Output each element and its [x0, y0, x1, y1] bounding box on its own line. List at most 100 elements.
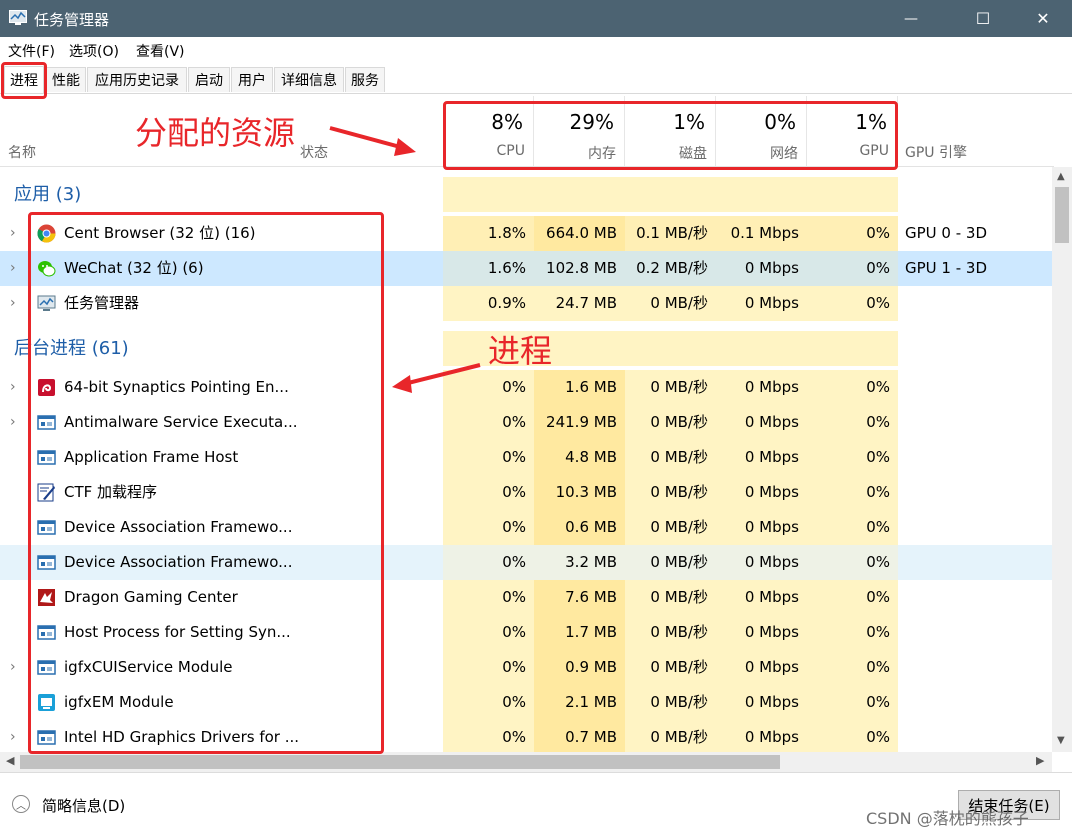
- cell-gpu: 0%: [866, 259, 890, 277]
- annotation-box-processes: [28, 212, 384, 754]
- cell-disk: 0 MB/秒: [650, 728, 708, 746]
- cell-net: 0 Mbps: [744, 728, 799, 746]
- cell-net: 0 Mbps: [744, 518, 799, 536]
- cell-cpu: 0%: [502, 693, 526, 711]
- cell-disk: 0 MB/秒: [650, 658, 708, 676]
- cell-cpu: 0%: [502, 518, 526, 536]
- title-bar: 任务管理器 — ☐ ✕: [0, 0, 1072, 37]
- fewer-details-link[interactable]: 简略信息(D): [42, 795, 125, 816]
- cell-net: 0 Mbps: [744, 693, 799, 711]
- close-button[interactable]: ✕: [1020, 0, 1066, 37]
- cell-mem: 664.0 MB: [546, 224, 617, 242]
- expand-chevron-icon[interactable]: ›: [10, 650, 16, 685]
- menu-options[interactable]: 选项(O): [69, 41, 119, 61]
- tab-details[interactable]: 详细信息: [274, 67, 344, 92]
- tab-startup[interactable]: 启动: [188, 67, 230, 92]
- cell-disk: 0 MB/秒: [650, 553, 708, 571]
- chevron-up-icon[interactable]: ︿: [12, 795, 30, 813]
- cell-gpu: 0%: [866, 378, 890, 396]
- heat-cell-cpu: [443, 177, 534, 212]
- group-title: 应用 (3): [14, 184, 82, 205]
- tab-users[interactable]: 用户: [231, 67, 273, 92]
- heat-cell-net: [716, 177, 807, 212]
- cell-cpu: 0%: [502, 623, 526, 641]
- cell-disk: 0 MB/秒: [650, 588, 708, 606]
- cell-cpu: 0%: [502, 413, 526, 431]
- expand-chevron-icon[interactable]: ›: [10, 720, 16, 752]
- column-name[interactable]: 名称: [8, 142, 36, 162]
- cell-cpu: 0.9%: [487, 294, 526, 312]
- cell-disk: 0 MB/秒: [650, 623, 708, 641]
- cell-disk: 0 MB/秒: [650, 413, 708, 431]
- cell-disk: 0 MB/秒: [650, 448, 708, 466]
- expand-chevron-icon[interactable]: ›: [10, 405, 16, 440]
- expand-chevron-icon[interactable]: ›: [10, 370, 16, 405]
- cell-cpu: 0%: [502, 658, 526, 676]
- cell-disk: 0 MB/秒: [650, 693, 708, 711]
- footer: ︿ 简略信息(D) 结束任务(E) CSDN @落枕的熊孩子: [0, 772, 1072, 835]
- cell-net: 0 Mbps: [744, 623, 799, 641]
- cell-gpu: 0%: [866, 658, 890, 676]
- horizontal-scrollbar[interactable]: ◀ ▶: [0, 752, 1052, 772]
- cell-cpu: 0%: [502, 483, 526, 501]
- tab-app-history[interactable]: 应用历史记录: [87, 67, 187, 92]
- annotation-box-resources: [443, 101, 898, 170]
- vertical-scroll-thumb[interactable]: [1055, 187, 1069, 243]
- cell-gpu-engine: GPU 1 - 3D: [905, 259, 988, 277]
- cell-mem: 241.9 MB: [546, 413, 617, 431]
- menu-file[interactable]: 文件(F): [8, 41, 55, 61]
- cell-net: 0 Mbps: [744, 588, 799, 606]
- cell-gpu: 0%: [866, 728, 890, 746]
- tab-performance[interactable]: 性能: [46, 67, 86, 92]
- cell-net: 0 Mbps: [744, 553, 799, 571]
- expand-chevron-icon[interactable]: ›: [10, 251, 16, 286]
- tab-services[interactable]: 服务: [345, 67, 385, 92]
- cell-disk: 0 MB/秒: [650, 378, 708, 396]
- heat-cell-disk: [625, 331, 716, 366]
- cell-gpu-engine: GPU 0 - 3D: [905, 224, 988, 242]
- cell-disk: 0 MB/秒: [650, 518, 708, 536]
- group-header-apps: 应用 (3): [0, 177, 1052, 212]
- cell-mem: 0.6 MB: [565, 518, 617, 536]
- vertical-scrollbar[interactable]: ▲ ▼: [1052, 167, 1072, 752]
- cell-mem: 2.1 MB: [565, 693, 617, 711]
- cell-gpu: 0%: [866, 623, 890, 641]
- scroll-left-icon[interactable]: ◀: [6, 754, 14, 767]
- cell-cpu: 0%: [502, 588, 526, 606]
- cell-mem: 1.7 MB: [565, 623, 617, 641]
- heat-cell-net: [716, 331, 807, 366]
- menu-view[interactable]: 查看(V): [136, 41, 185, 61]
- heat-cell-gpu: [807, 331, 898, 366]
- cell-mem: 24.7 MB: [555, 294, 617, 312]
- task-manager-icon: [9, 10, 27, 25]
- annotation-label-processes: 进程: [488, 332, 553, 370]
- cell-mem: 4.8 MB: [565, 448, 617, 466]
- heat-cell-mem: [534, 177, 625, 212]
- column-gpu-engine[interactable]: GPU 引擎: [905, 142, 967, 162]
- expand-chevron-icon[interactable]: ›: [10, 216, 16, 251]
- horizontal-scroll-thumb[interactable]: [20, 755, 780, 769]
- cell-disk: 0 MB/秒: [650, 294, 708, 312]
- cell-mem: 10.3 MB: [555, 483, 617, 501]
- cell-cpu: 0%: [502, 448, 526, 466]
- cell-net: 0 Mbps: [744, 658, 799, 676]
- cell-mem: 102.8 MB: [546, 259, 617, 277]
- heat-cell-disk: [625, 177, 716, 212]
- scroll-right-icon[interactable]: ▶: [1036, 754, 1044, 767]
- cell-disk: 0.2 MB/秒: [636, 259, 708, 277]
- cell-gpu: 0%: [866, 294, 890, 312]
- column-status[interactable]: 状态: [300, 142, 328, 162]
- cell-net: 0 Mbps: [744, 448, 799, 466]
- cell-gpu: 0%: [866, 553, 890, 571]
- cell-disk: 0 MB/秒: [650, 483, 708, 501]
- scroll-up-icon[interactable]: ▲: [1057, 171, 1065, 182]
- watermark: CSDN @落枕的熊孩子: [866, 809, 1029, 828]
- maximize-button[interactable]: ☐: [960, 0, 1006, 37]
- cell-gpu: 0%: [866, 413, 890, 431]
- minimize-button[interactable]: —: [888, 0, 934, 37]
- cell-disk: 0.1 MB/秒: [636, 224, 708, 242]
- expand-chevron-icon[interactable]: ›: [10, 286, 16, 321]
- cell-cpu: 0%: [502, 553, 526, 571]
- scroll-down-icon[interactable]: ▼: [1057, 735, 1065, 746]
- cell-gpu: 0%: [866, 588, 890, 606]
